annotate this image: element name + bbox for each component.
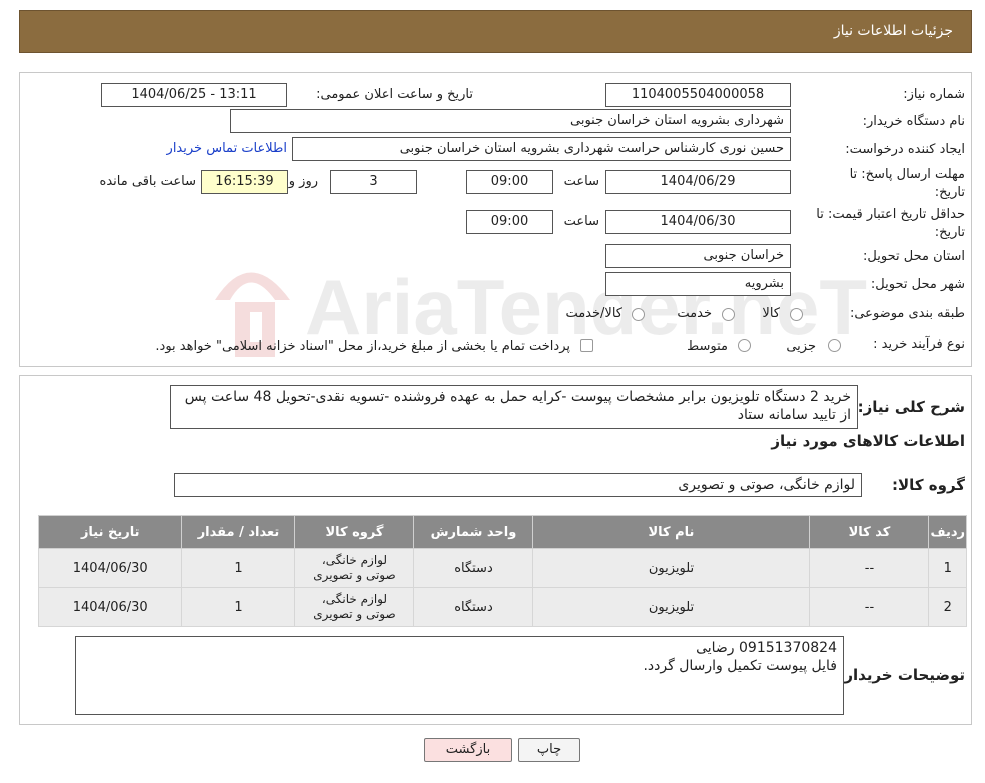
category-goods-label: کالا (762, 306, 780, 321)
summary-label: شرح کلی نیاز: (857, 398, 965, 416)
category-label: طبقه بندی موضوعی: (849, 306, 965, 321)
table-row: 1 -- تلویزیون دستگاه لوازم خانگی، صوتی و… (37, 548, 967, 588)
cell-unit: دستگاه (413, 587, 534, 627)
col-quantity: تعداد / مقدار (181, 515, 296, 549)
cell-need-date: 1404/06/30 (37, 548, 183, 588)
category-goods-service-radio[interactable] (632, 308, 645, 321)
col-unit: واحد شمارش (413, 515, 534, 549)
back-button[interactable]: بازگشت (424, 738, 512, 762)
col-group: گروه کالا (294, 515, 415, 549)
process-minor-label: جزیی (786, 339, 816, 354)
process-note: پرداخت تمام یا بخشی از مبلغ خرید،از محل … (155, 339, 570, 354)
buyer-notes-label: توضیحات خریدار: (838, 666, 965, 684)
category-service-label: خدمت (677, 306, 712, 321)
category-goods-service-label: کالا/خدمت (565, 306, 622, 321)
requester-label: ایجاد کننده درخواست: (845, 142, 965, 157)
process-type-label: نوع فرآیند خرید : (873, 337, 965, 352)
cell-name: تلویزیون (532, 548, 811, 588)
deadline-label: مهلت ارسال پاسخ: تا تاریخ: (849, 167, 965, 200)
price-validity-label: حداقل تاریخ اعتبار قیمت: تا تاریخ: (816, 207, 965, 240)
remaining-time-label: ساعت باقی مانده (99, 174, 196, 189)
deadline-time-label: ساعت (563, 174, 599, 189)
cell-row: 2 (928, 587, 967, 627)
cell-group: لوازم خانگی، صوتی و تصویری (294, 587, 415, 627)
city-field: بشرویه (605, 272, 791, 296)
price-validity-date-field: 1404/06/30 (605, 210, 791, 234)
cell-quantity: 1 (181, 587, 296, 627)
goods-table: ردیف کد کالا نام کالا واحد شمارش گروه کا… (37, 515, 967, 627)
print-button[interactable]: چاپ (518, 738, 580, 762)
summary-textarea[interactable]: خرید 2 دستگاه تلویزیون برابر مشخصات پیوس… (170, 385, 858, 429)
category-service-radio[interactable] (722, 308, 735, 321)
cell-unit: دستگاه (413, 548, 534, 588)
price-validity-time-label: ساعت (563, 214, 599, 229)
buyer-notes-line-2: فایل پیوست تکمیل وارسال گردد. (643, 658, 837, 674)
table-row: 2 -- تلویزیون دستگاه لوازم خانگی، صوتی و… (37, 587, 967, 627)
col-code: کد کالا (809, 515, 930, 549)
deadline-time-field: 09:00 (466, 170, 553, 194)
cell-code: -- (809, 587, 930, 627)
goods-table-header: ردیف کد کالا نام کالا واحد شمارش گروه کا… (37, 515, 967, 549)
buyer-contact-link[interactable]: اطلاعات تماس خریدار (167, 141, 287, 156)
cell-name: تلویزیون (532, 587, 811, 627)
city-label: شهر محل تحویل: (870, 277, 965, 292)
buyer-org-field: شهرداری بشرویه استان خراسان جنوبی (230, 109, 791, 133)
goods-group-field: لوازم خانگی، صوتی و تصویری (174, 473, 862, 497)
need-number-label: شماره نیاز: (903, 87, 965, 102)
goods-group-label: گروه کالا: (892, 476, 965, 494)
page-header: جزئیات اطلاعات نیاز (19, 10, 972, 53)
buyer-org-label: نام دستگاه خریدار: (862, 114, 965, 129)
cell-row: 1 (928, 548, 967, 588)
col-name: نام کالا (532, 515, 811, 549)
process-medium-label: متوسط (687, 339, 728, 354)
buyer-notes-textarea[interactable]: 09151370824 رضایی فایل پیوست تکمیل وارسا… (75, 636, 844, 715)
deadline-date-field: 1404/06/29 (605, 170, 791, 194)
days-remaining-field: 3 (330, 170, 417, 194)
process-medium-radio[interactable] (738, 339, 751, 352)
goods-section-title: اطلاعات کالاهای مورد نیاز (771, 432, 965, 450)
goods-table-wrapper: ردیف کد کالا نام کالا واحد شمارش گروه کا… (37, 515, 967, 627)
buyer-notes-line-1: 09151370824 رضایی (696, 640, 837, 656)
announce-datetime-field: 1404/06/25 - 13:11 (101, 83, 287, 107)
process-minor-radio[interactable] (828, 339, 841, 352)
page-title: جزئیات اطلاعات نیاز (833, 23, 953, 39)
requester-field: حسین نوری کارشناس حراست شهرداری بشرویه ا… (292, 137, 791, 161)
need-number-field: 1104005504000058 (605, 83, 791, 107)
col-need-date: تاریخ نیاز (37, 515, 183, 549)
cell-code: -- (809, 548, 930, 588)
province-field: خراسان جنوبی (605, 244, 791, 268)
price-validity-time-field: 09:00 (466, 210, 553, 234)
category-goods-radio[interactable] (790, 308, 803, 321)
cell-quantity: 1 (181, 548, 296, 588)
province-label: استان محل تحویل: (863, 249, 965, 264)
treasury-docs-checkbox[interactable] (580, 339, 593, 352)
announce-datetime-label: تاریخ و ساعت اعلان عمومی: (316, 87, 473, 102)
days-label: روز و (288, 174, 318, 189)
remaining-time-field: 16:15:39 (201, 170, 288, 194)
col-row: ردیف (928, 515, 967, 549)
cell-need-date: 1404/06/30 (37, 587, 183, 627)
cell-group: لوازم خانگی، صوتی و تصویری (294, 548, 415, 588)
